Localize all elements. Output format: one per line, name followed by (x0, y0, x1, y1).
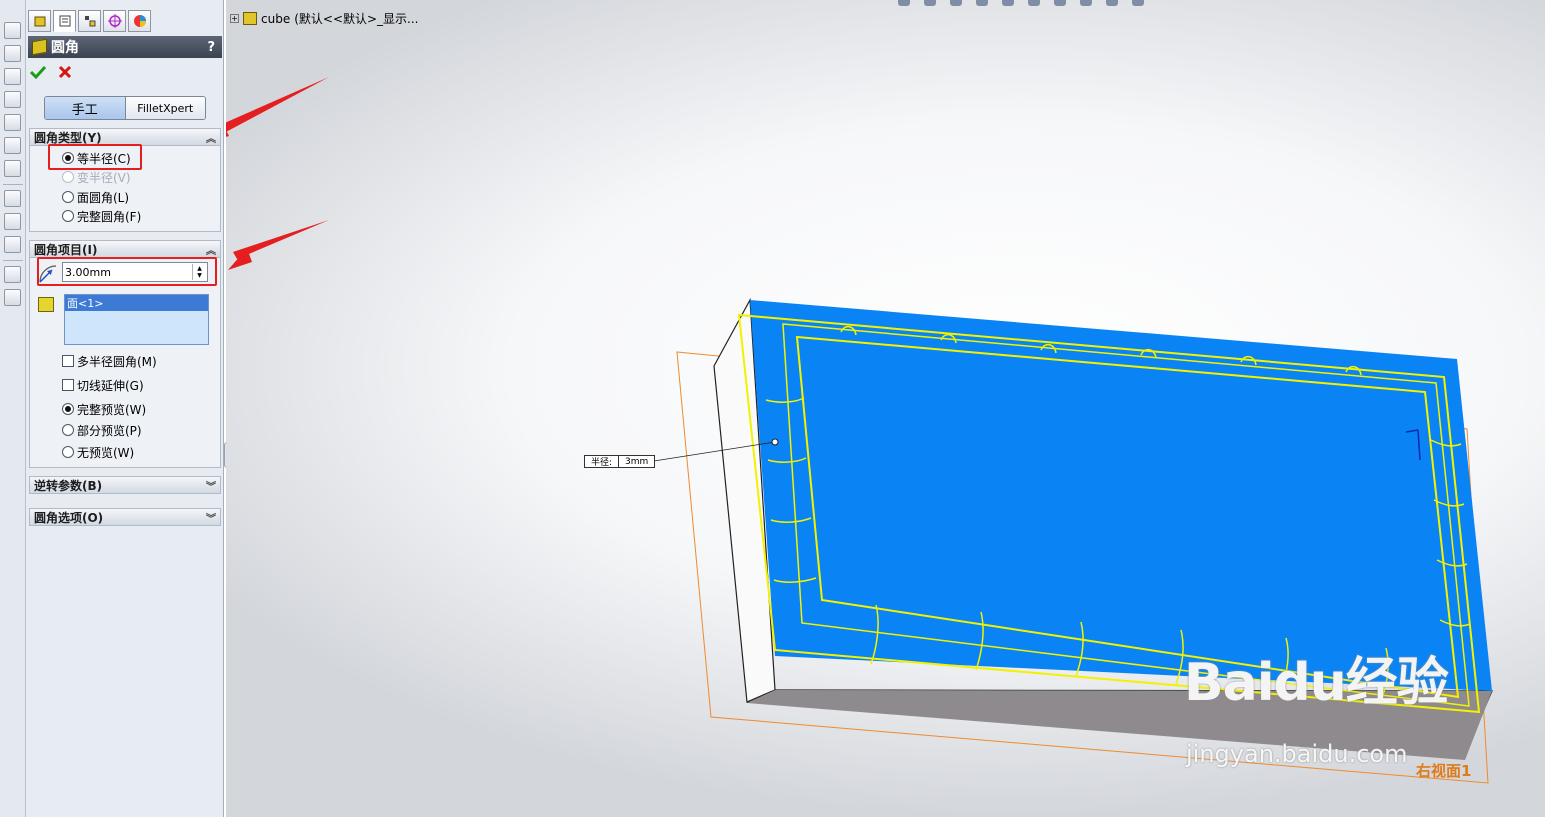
checkbox-label: 切线延伸(G) (77, 378, 144, 393)
radio-face-fillet[interactable]: 面圆角(L) (62, 189, 129, 205)
multi-radius-checkbox[interactable]: 多半径圆角(M) (62, 353, 157, 369)
ok-cancel-group (29, 64, 72, 83)
property-icon (59, 15, 70, 27)
baidu-watermark: Baidu经验 jingyan.baidu.com (1184, 640, 1449, 768)
display-manager-tab[interactable] (128, 10, 151, 32)
toolbar-separator (3, 260, 23, 261)
radius-dimension-callout[interactable]: 半径: 3mm (584, 455, 656, 468)
radio-full-round[interactable]: 完整圆角(F) (62, 208, 141, 224)
expand-icon: ︾ (206, 513, 216, 525)
help-button[interactable]: ? (207, 40, 215, 55)
view-cube-icon[interactable] (4, 114, 21, 131)
section-title: 圆角选项(O) (34, 510, 104, 525)
radio-no-preview[interactable]: 无预览(W) (62, 444, 134, 460)
view-cube-icon[interactable] (4, 91, 21, 108)
color-wheel-icon (133, 15, 146, 27)
configuration-manager-tab[interactable] (78, 10, 101, 32)
view-cube-icon[interactable] (4, 160, 21, 177)
radio-label: 部分预览(P) (77, 423, 142, 438)
feature-manager-tab[interactable] (28, 10, 51, 32)
toolbar-separator (3, 184, 23, 185)
section-title: 圆角项目(I) (34, 242, 98, 257)
radio-icon (62, 210, 74, 222)
watermark-url: jingyan.baidu.com (1186, 740, 1408, 768)
selected-face (750, 300, 1492, 691)
checkbox-label: 多半径圆角(M) (77, 354, 157, 369)
radio-label: 完整圆角(F) (77, 209, 142, 224)
checkbox-icon (62, 355, 74, 367)
layer-icon[interactable] (4, 289, 21, 306)
sketch-icon[interactable] (4, 190, 21, 207)
annotation-arrow (226, 77, 329, 132)
smart-dimension-icon[interactable] (4, 213, 21, 230)
ok-button[interactable] (29, 64, 47, 83)
section-title: 逆转参数(B) (34, 478, 103, 493)
radio-variable-radius: 变半径(V) (62, 169, 131, 185)
view-cube-icon[interactable] (4, 22, 21, 39)
radio-full-preview[interactable]: 完整预览(W) (62, 401, 146, 417)
section-title: 圆角类型(Y) (34, 130, 102, 145)
radio-icon (62, 191, 74, 203)
view-cube-icon[interactable] (4, 45, 21, 62)
graphics-viewport[interactable]: + cube (默认<<默认>_显示... 半径: 3mm Baidu经验 ji… (226, 0, 1545, 817)
face-selection-list[interactable]: 面<1> (64, 294, 209, 345)
view-cube-icon[interactable] (4, 137, 21, 154)
radio-icon (62, 446, 74, 458)
face-selection-icon (38, 297, 54, 312)
config-icon (84, 16, 95, 27)
radio-label: 完整预览(W) (77, 402, 147, 417)
view-cube-icon[interactable] (4, 68, 21, 85)
highlight-box (37, 257, 217, 286)
property-manager-tab[interactable] (53, 10, 76, 32)
collapse-icon: ︽ (206, 245, 216, 257)
expand-icon: ︾ (206, 481, 216, 493)
manager-tabs (28, 10, 222, 34)
part-icon (34, 16, 45, 27)
radio-icon (62, 171, 74, 183)
radio-label: 无预览(W) (77, 445, 135, 460)
fillet-options-header[interactable]: 圆角选项(O) ︾ (29, 508, 221, 526)
crosshair-icon (107, 14, 122, 28)
manual-mode-button[interactable]: 手工 (45, 97, 126, 119)
relations-icon[interactable] (4, 236, 21, 253)
vertical-toolbar (0, 0, 26, 817)
radio-label: 面圆角(L) (77, 190, 130, 205)
dimxpert-tab[interactable] (103, 10, 126, 32)
mode-toggle: 手工 FilletXpert (44, 96, 206, 120)
property-manager: 圆角 ? 手工 FilletXpert 圆角类型(Y) ︽ 等半径(C) 变半径… (26, 0, 224, 817)
dimension-value[interactable]: 3mm (618, 456, 654, 467)
radio-icon (62, 403, 74, 415)
watermark-logo: Baidu经验 (1184, 653, 1449, 713)
radio-partial-preview[interactable]: 部分预览(P) (62, 422, 142, 438)
fillet-icon (32, 38, 47, 56)
fillet-items-header[interactable]: 圆角项目(I) ︽ (29, 240, 221, 258)
dimension-handle[interactable] (771, 438, 779, 446)
list-item[interactable]: 面<1> (65, 295, 208, 311)
layer-icon[interactable] (4, 266, 21, 283)
property-manager-title: 圆角 ? (28, 36, 222, 58)
plane-label: 右视面1 (1416, 762, 1472, 780)
filletxpert-mode-button[interactable]: FilletXpert (125, 97, 205, 119)
checkmark-icon (29, 65, 47, 80)
cancel-button[interactable] (58, 64, 72, 83)
tangent-propagation-checkbox[interactable]: 切线延伸(G) (62, 377, 144, 393)
collapse-icon: ︽ (206, 133, 216, 145)
radio-icon (62, 424, 74, 436)
dimension-label: 半径: (591, 458, 613, 468)
panel-title: 圆角 (51, 40, 79, 56)
highlight-box (48, 144, 142, 170)
checkbox-icon (62, 379, 74, 391)
x-icon (58, 65, 72, 79)
radio-label: 变半径(V) (77, 170, 131, 185)
reverse-params-header[interactable]: 逆转参数(B) ︾ (29, 476, 221, 494)
